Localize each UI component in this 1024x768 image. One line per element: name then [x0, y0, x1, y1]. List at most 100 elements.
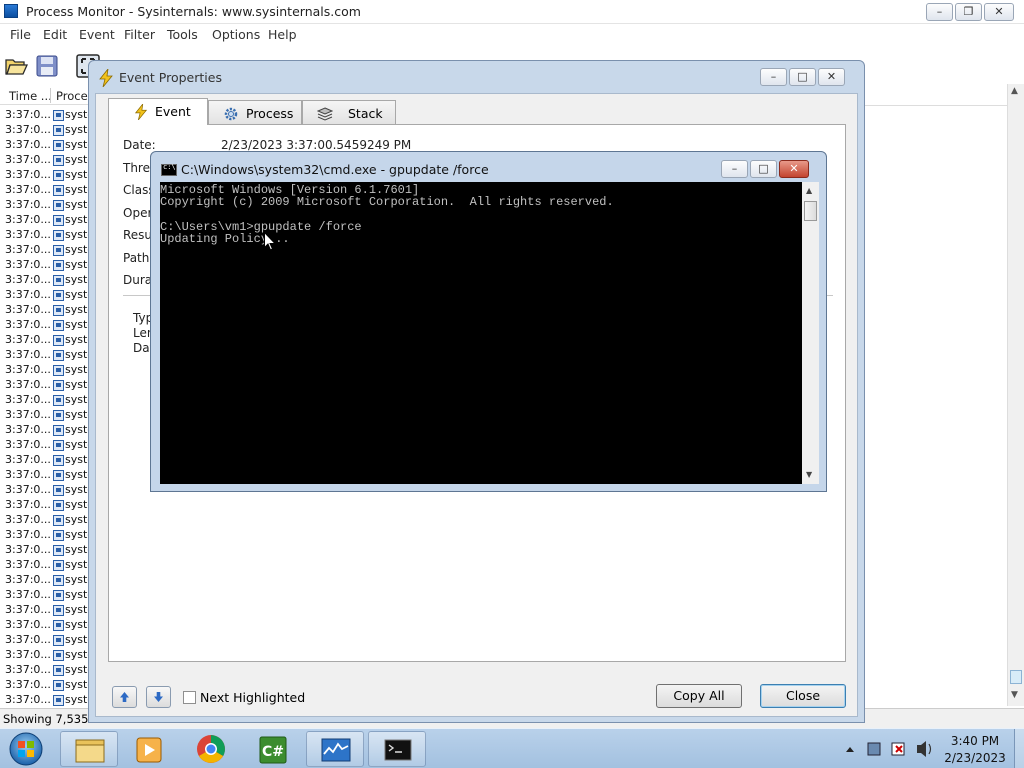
console-scroll-down-icon[interactable]: ▼ — [806, 470, 812, 479]
table-row[interactable]: 3:37:0... syste — [0, 168, 94, 183]
clock-time[interactable]: 3:40 PM — [940, 734, 1010, 748]
table-row[interactable]: 3:37:0... syste — [0, 528, 94, 543]
event-list-scrollbar[interactable]: ▲ ▼ — [1007, 84, 1024, 706]
table-row[interactable]: 3:37:0... syste — [0, 108, 94, 123]
dialog-close-button[interactable]: ✕ — [818, 68, 845, 86]
table-row[interactable]: 3:37:0... syste — [0, 648, 94, 663]
table-row[interactable]: 3:37:0... syste — [0, 333, 94, 348]
menu-help[interactable]: Help — [268, 27, 297, 42]
table-row[interactable]: 3:37:0... syste — [0, 438, 94, 453]
table-row[interactable]: 3:37:0... syste — [0, 408, 94, 423]
menu-options[interactable]: Options — [212, 27, 260, 42]
process-monitor-titlebar[interactable]: Process Monitor - Sysinternals: www.sysi… — [0, 0, 1024, 24]
table-row[interactable]: 3:37:0... syste — [0, 693, 94, 708]
restore-button[interactable]: ❐ — [955, 3, 982, 21]
table-row[interactable]: 3:37:0... syste — [0, 543, 94, 558]
process-monitor-icon — [321, 738, 351, 762]
event-tab-bolt-icon — [134, 104, 148, 120]
row-time: 3:37:0... — [5, 513, 51, 526]
column-time[interactable]: Time ... — [9, 89, 52, 103]
menu-filter[interactable]: Filter — [124, 27, 155, 42]
minimize-button[interactable]: – — [926, 3, 953, 21]
dialog-maximize-button[interactable]: □ — [789, 68, 816, 86]
table-row[interactable]: 3:37:0... syste — [0, 588, 94, 603]
save-icon[interactable] — [35, 54, 59, 78]
table-row[interactable]: 3:37:0... syste — [0, 603, 94, 618]
open-folder-icon[interactable] — [4, 54, 28, 78]
row-time: 3:37:0... — [5, 153, 51, 166]
scroll-down-arrow-icon[interactable]: ▼ — [1011, 690, 1018, 700]
next-highlighted-checkbox[interactable] — [183, 691, 196, 704]
csharp-icon: C# — [259, 736, 287, 764]
event-list-header: Time ... Proces — [0, 87, 94, 105]
tab-event[interactable]: Event — [108, 98, 208, 125]
scrollbar-thumb[interactable] — [1010, 670, 1022, 684]
cmd-titlebar[interactable]: C:\Windows\system32\cmd.exe - gpupdate /… — [151, 152, 826, 182]
table-row[interactable]: 3:37:0... syste — [0, 378, 94, 393]
table-row[interactable]: 3:37:0... syste — [0, 513, 94, 528]
cmd-maximize-button[interactable]: □ — [750, 160, 777, 178]
table-row[interactable]: 3:37:0... syste — [0, 198, 94, 213]
taskbar-media-player[interactable] — [120, 731, 178, 767]
next-event-button[interactable] — [146, 686, 171, 708]
table-row[interactable]: 3:37:0... syste — [0, 183, 94, 198]
taskbar-cmd[interactable] — [368, 731, 426, 767]
table-row[interactable]: 3:37:0... syste — [0, 273, 94, 288]
console-output[interactable]: Microsoft Windows [Version 6.1.7601] Cop… — [160, 182, 802, 484]
table-row[interactable]: 3:37:0... syste — [0, 123, 94, 138]
table-row[interactable]: 3:37:0... syste — [0, 678, 94, 693]
tab-stack[interactable]: Stack — [302, 100, 396, 124]
show-desktop-button[interactable] — [1014, 729, 1024, 768]
menu-tools[interactable]: Tools — [167, 27, 198, 42]
table-row[interactable]: 3:37:0... syste — [0, 498, 94, 513]
start-button-icon[interactable] — [4, 731, 48, 767]
table-row[interactable]: 3:37:0... syste — [0, 573, 94, 588]
table-row[interactable]: 3:37:0... syste — [0, 363, 94, 378]
process-icon — [53, 290, 64, 301]
dialog-minimize-button[interactable]: – — [760, 68, 787, 86]
console-scroll-up-icon[interactable]: ▲ — [806, 186, 812, 195]
table-row[interactable]: 3:37:0... syste — [0, 483, 94, 498]
table-row[interactable]: 3:37:0... syste — [0, 318, 94, 333]
menu-edit[interactable]: Edit — [43, 27, 67, 42]
table-row[interactable]: 3:37:0... syste — [0, 303, 94, 318]
tab-process[interactable]: Process — [208, 100, 302, 124]
table-row[interactable]: 3:37:0... syste — [0, 138, 94, 153]
table-row[interactable]: 3:37:0... syste — [0, 393, 94, 408]
row-time: 3:37:0... — [5, 438, 51, 451]
previous-event-button[interactable] — [112, 686, 137, 708]
table-row[interactable]: 3:37:0... syste — [0, 618, 94, 633]
table-row[interactable]: 3:37:0... syste — [0, 558, 94, 573]
notification-tray[interactable] — [842, 735, 942, 763]
clock-date[interactable]: 2/23/2023 — [940, 751, 1010, 765]
table-row[interactable]: 3:37:0... syste — [0, 468, 94, 483]
taskbar-process-monitor[interactable] — [306, 731, 364, 767]
table-row[interactable]: 3:37:0... syste — [0, 423, 94, 438]
close-button[interactable]: ✕ — [984, 3, 1014, 21]
table-row[interactable]: 3:37:0... syste — [0, 153, 94, 168]
close-dialog-button[interactable]: Close — [760, 684, 846, 708]
copy-all-button[interactable]: Copy All — [656, 684, 742, 708]
table-row[interactable]: 3:37:0... syste — [0, 453, 94, 468]
table-row[interactable]: 3:37:0... syste — [0, 213, 94, 228]
scroll-up-arrow-icon[interactable]: ▲ — [1011, 86, 1018, 96]
cmd-close-button[interactable]: ✕ — [779, 160, 809, 178]
table-row[interactable]: 3:37:0... syste — [0, 243, 94, 258]
table-row[interactable]: 3:37:0... syste — [0, 258, 94, 273]
taskbar-explorer[interactable] — [60, 731, 118, 767]
taskbar-csharp-app[interactable]: C# — [244, 731, 302, 767]
table-row[interactable]: 3:37:0... syste — [0, 633, 94, 648]
menu-event[interactable]: Event — [79, 27, 115, 42]
taskbar-chrome[interactable] — [182, 731, 240, 767]
event-properties-titlebar[interactable]: Event Properties – □ ✕ — [89, 61, 864, 93]
row-time: 3:37:0... — [5, 603, 51, 616]
console-scroll-thumb[interactable] — [804, 201, 817, 221]
menu-file[interactable]: File — [10, 27, 31, 42]
table-row[interactable]: 3:37:0... syste — [0, 228, 94, 243]
table-row[interactable]: 3:37:0... syste — [0, 288, 94, 303]
window-title: Process Monitor - Sysinternals: www.sysi… — [26, 4, 361, 19]
table-row[interactable]: 3:37:0... syste — [0, 348, 94, 363]
table-row[interactable]: 3:37:0... syste — [0, 663, 94, 678]
cmd-minimize-button[interactable]: – — [721, 160, 748, 178]
console-scrollbar[interactable]: ▲ ▼ — [802, 182, 819, 484]
